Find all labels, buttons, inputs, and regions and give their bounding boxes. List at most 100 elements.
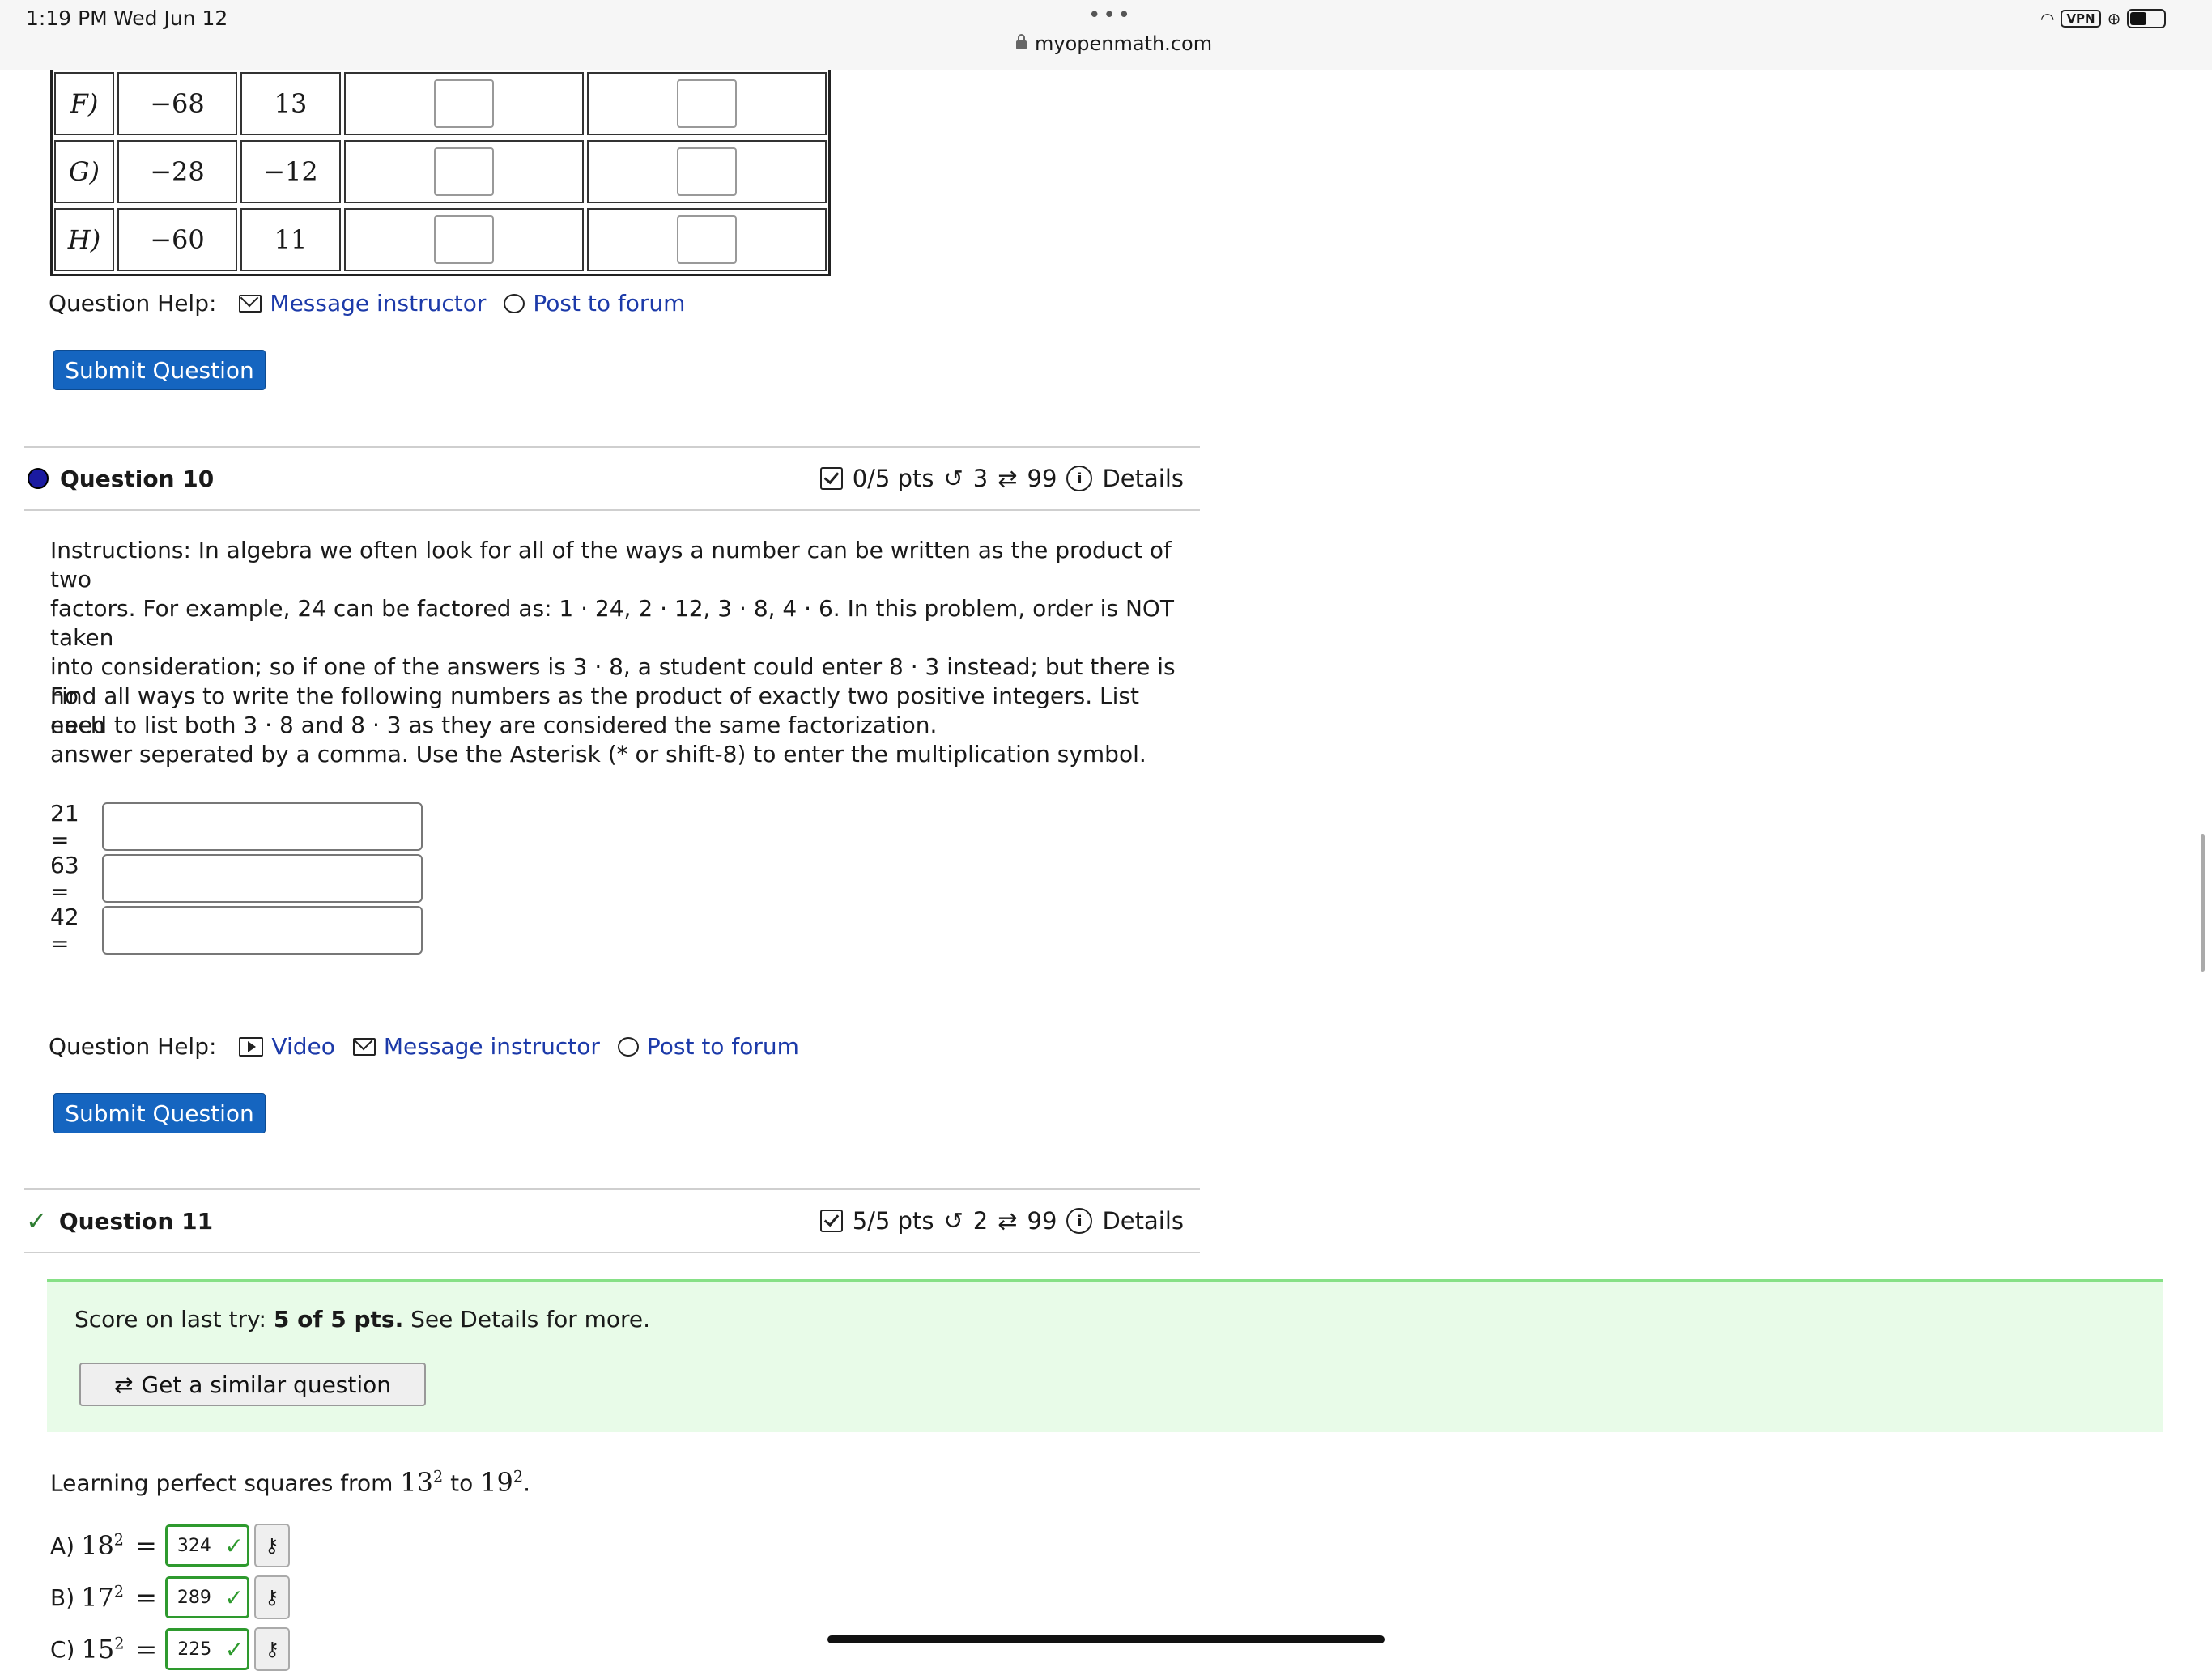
row-value-b: −12 xyxy=(240,140,341,203)
answer-label: 63 = xyxy=(50,852,79,905)
wifi-icon: ◠ xyxy=(2040,9,2055,28)
key-icon[interactable]: ⚷ xyxy=(253,1575,290,1619)
squares-intro: Learning perfect squares from 132 to 192… xyxy=(50,1466,530,1498)
home-indicator[interactable] xyxy=(827,1635,1385,1643)
task-line: answer seperated by a comma. Use the Ast… xyxy=(50,741,1146,767)
post-to-forum-label: Post to forum xyxy=(646,1033,799,1060)
square-base: 15 xyxy=(81,1634,115,1665)
answer-input-63[interactable] xyxy=(102,854,423,903)
details-link[interactable]: Details xyxy=(1102,1207,1184,1235)
square-row-c: C) 152 = 225 ✓ ⚷ xyxy=(50,1627,291,1671)
versions-icon: ⇄ xyxy=(998,465,1018,492)
post-to-forum-link[interactable]: Post to forum xyxy=(504,290,685,317)
answer-cell xyxy=(344,72,584,135)
square-answer-input[interactable]: 225 ✓ xyxy=(165,1628,250,1670)
versions-count: 99 xyxy=(1027,465,1057,492)
question-meta: 5/5 pts ↺ 2 ⇄ 99 i Details xyxy=(819,1207,1200,1235)
square-row-a: A) 182 = 324 ✓ ⚷ xyxy=(50,1524,290,1567)
mail-icon xyxy=(352,1037,376,1056)
answer-input[interactable] xyxy=(677,147,737,196)
tab-overflow-dots[interactable]: ••• xyxy=(1088,3,1133,28)
square-base: 17 xyxy=(81,1582,114,1613)
row-label: G) xyxy=(54,140,114,203)
points: 5/5 pts xyxy=(852,1207,934,1235)
address-bar[interactable]: myopenmath.com xyxy=(1016,32,1212,55)
similar-label: Get a similar question xyxy=(141,1371,392,1398)
row-value-b: 13 xyxy=(240,72,341,135)
square-answer-value: 225 xyxy=(177,1639,212,1660)
post-to-forum-link[interactable]: Post to forum xyxy=(617,1033,799,1060)
message-instructor-label: Message instructor xyxy=(383,1033,600,1060)
question-help-1: Question Help: Message instructor Post t… xyxy=(49,290,703,317)
score-prefix: Score on last try: xyxy=(74,1306,274,1333)
question-title: Question 11 xyxy=(58,1207,214,1235)
retry-icon: ↺ xyxy=(943,1207,963,1235)
message-instructor-link[interactable]: Message instructor xyxy=(352,1033,600,1060)
divider xyxy=(24,1252,1200,1253)
answer-input[interactable] xyxy=(677,215,737,264)
versions-icon: ⇄ xyxy=(113,1371,134,1398)
intro-text: Learning perfect squares from xyxy=(50,1469,401,1497)
score-suffix: See Details for more. xyxy=(403,1306,651,1333)
square-answer-input[interactable]: 289 ✓ xyxy=(164,1576,249,1618)
submit-question-button[interactable]: Submit Question xyxy=(53,350,266,390)
question-title: Question 10 xyxy=(60,465,215,492)
answer-label: 42 = xyxy=(50,904,79,957)
question-help-label: Question Help: xyxy=(49,290,217,317)
answer-cell xyxy=(344,140,584,203)
answer-input-21[interactable] xyxy=(102,802,423,851)
submit-question-button[interactable]: Submit Question xyxy=(53,1093,266,1133)
info-icon[interactable]: i xyxy=(1066,1208,1093,1234)
divider xyxy=(24,509,1200,511)
answer-input[interactable] xyxy=(434,79,494,128)
square-label: A) xyxy=(50,1532,75,1559)
answer-table: F) −68 13 G) −28 −12 H) −60 11 xyxy=(50,70,831,276)
task-paragraph: Find all ways to write the following num… xyxy=(50,682,1184,769)
square-label: C) xyxy=(50,1635,75,1663)
message-instructor-link[interactable]: Message instructor xyxy=(239,290,486,317)
answer-input-42[interactable] xyxy=(102,906,423,955)
answer-input[interactable] xyxy=(434,147,494,196)
get-similar-question-button[interactable]: ⇄ Get a similar question xyxy=(79,1363,426,1406)
answer-input[interactable] xyxy=(434,215,494,264)
answer-cell xyxy=(587,208,827,271)
retries-count: 3 xyxy=(972,465,989,492)
unanswered-dot-icon xyxy=(28,468,49,489)
instructions-line: Instructions: In algebra we often look f… xyxy=(50,537,1172,593)
mail-icon xyxy=(239,294,262,313)
lock-icon xyxy=(1016,34,1027,49)
score-value: 5 of 5 pts. xyxy=(273,1306,404,1333)
video-label: Video xyxy=(271,1033,335,1060)
task-line: Find all ways to write the following num… xyxy=(50,682,1139,738)
answer-row-21: 21 = xyxy=(50,800,423,853)
intro-from: 13 xyxy=(400,1466,433,1498)
info-icon[interactable]: i xyxy=(1066,466,1093,491)
scrollbar[interactable] xyxy=(2201,834,2205,972)
square-answer-value: 289 xyxy=(177,1587,211,1608)
question-10-header: Question 10 0/5 pts ↺ 3 ⇄ 99 i Details xyxy=(24,448,1200,509)
answer-cell xyxy=(587,140,827,203)
status-date: Wed Jun 12 xyxy=(113,6,228,30)
chat-bubble-icon xyxy=(617,1036,639,1057)
retry-icon: ↺ xyxy=(943,465,963,492)
key-icon[interactable]: ⚷ xyxy=(254,1627,291,1671)
answer-row-63: 63 = xyxy=(50,852,423,905)
answer-input[interactable] xyxy=(677,79,737,128)
table-row: H) −60 11 xyxy=(53,206,828,274)
retries-count: 2 xyxy=(972,1207,989,1235)
answer-cell xyxy=(587,72,827,135)
square-answer-input[interactable]: 324 ✓ xyxy=(164,1524,249,1567)
correct-check-icon: ✓ xyxy=(224,1532,244,1559)
row-label: H) xyxy=(54,208,114,271)
key-icon[interactable]: ⚷ xyxy=(253,1524,290,1567)
square-base: 18 xyxy=(81,1530,114,1561)
table-row: F) −68 13 xyxy=(53,70,828,138)
versions-count: 99 xyxy=(1027,1207,1057,1235)
answer-label: 21 = xyxy=(50,800,79,853)
video-link[interactable]: Video xyxy=(239,1033,335,1060)
answer-row-42: 42 = xyxy=(50,904,423,957)
question-meta: 0/5 pts ↺ 3 ⇄ 99 i Details xyxy=(819,465,1200,492)
details-link[interactable]: Details xyxy=(1102,465,1184,492)
row-value-a: −68 xyxy=(117,72,237,135)
square-label: B) xyxy=(50,1584,75,1611)
